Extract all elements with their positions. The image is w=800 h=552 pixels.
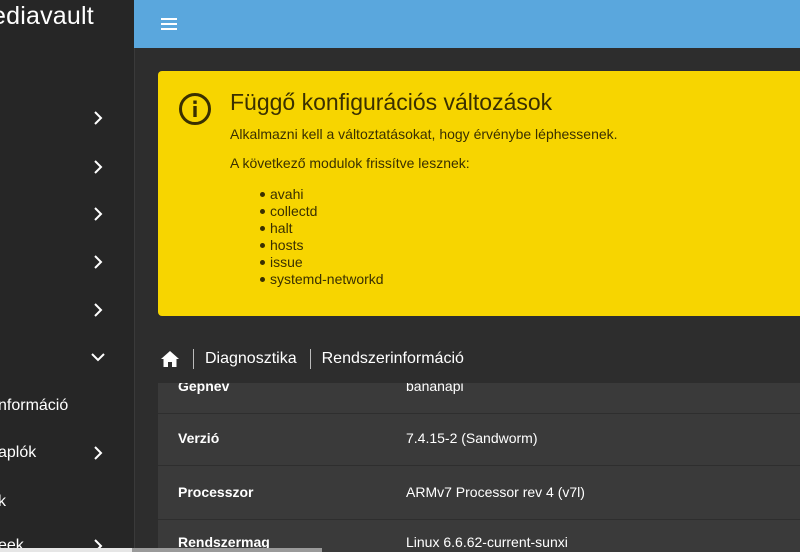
chevron-right-icon — [90, 254, 106, 270]
horizontal-scrollbar-thumb[interactable] — [132, 548, 322, 552]
row-value: bananapi — [406, 383, 464, 394]
table-row: Gépnév bananapi — [158, 383, 800, 414]
sidebar-item-label: nformáció — [0, 397, 69, 414]
list-item: halt — [230, 220, 384, 237]
row-value: Linux 6.6.62-current-sunxi — [406, 534, 568, 550]
row-value: 7.4.15-2 (Sandworm) — [406, 430, 538, 446]
row-value: ARMv7 Processor rev 4 (v7l) — [406, 484, 585, 500]
sidebar: ediavault nformáció aplók k eek — [0, 0, 135, 552]
chevron-down-icon — [90, 349, 106, 365]
chevron-right-icon — [90, 110, 106, 126]
row-key: Rendszermag — [178, 534, 270, 550]
sidebar-item-system-info[interactable]: nformáció — [0, 386, 134, 426]
home-icon[interactable] — [160, 349, 180, 369]
table-row: Processzor ARMv7 Processor rev 4 (v7l) — [158, 465, 800, 520]
top-bar — [134, 0, 800, 48]
row-key: Gépnév — [178, 383, 230, 394]
breadcrumb-system-info: Rendszerinformáció — [321, 350, 464, 367]
sidebar-item-5[interactable] — [0, 290, 134, 330]
list-item: collectd — [230, 203, 384, 220]
sidebar-item-3[interactable] — [0, 194, 134, 234]
table-row: Verzió 7.4.15-2 (Sandworm) — [158, 411, 800, 466]
chevron-right-icon — [90, 302, 106, 318]
list-item: issue — [230, 254, 384, 271]
breadcrumb-separator — [309, 349, 311, 369]
horizontal-scrollbar-track[interactable] — [0, 548, 132, 552]
table-row: Rendszermag Linux 6.6.62-current-sunxi — [158, 515, 800, 552]
sidebar-item-9[interactable]: k — [0, 482, 134, 522]
main-content: Függő konfigurációs változások Alkalmazn… — [135, 48, 800, 552]
system-info-table: Gépnév bananapi Verzió 7.4.15-2 (Sandwor… — [158, 383, 800, 552]
sidebar-item-diagnostics[interactable] — [0, 337, 134, 377]
breadcrumb: Diagnosztika Rendszerinformáció — [160, 347, 464, 371]
sidebar-item-2[interactable] — [0, 147, 134, 187]
list-item: avahi — [230, 186, 384, 203]
chevron-right-icon — [90, 206, 106, 222]
sidebar-item-1[interactable] — [0, 98, 134, 138]
chevron-right-icon — [90, 159, 106, 175]
module-list: avahi collectd halt hosts issue systemd-… — [230, 186, 384, 288]
sidebar-item-logs[interactable]: aplók — [0, 433, 134, 473]
breadcrumb-separator — [193, 349, 194, 369]
row-key: Processzor — [178, 484, 254, 500]
alert-message: Alkalmazni kell a változtatásokat, hogy … — [230, 126, 618, 142]
app-brand: ediavault — [0, 2, 94, 30]
info-circle-icon — [178, 92, 212, 126]
pending-changes-alert: Függő konfigurációs változások Alkalmazn… — [158, 71, 800, 316]
alert-modules-intro: A következő modulok frissítve lesznek: — [230, 155, 470, 171]
sidebar-item-4[interactable] — [0, 242, 134, 282]
chevron-right-icon — [90, 445, 106, 461]
list-item: hosts — [230, 237, 384, 254]
breadcrumb-diagnostics[interactable]: Diagnosztika — [205, 350, 297, 368]
list-item: systemd-networkd — [230, 271, 384, 288]
alert-title: Függő konfigurációs változások — [230, 89, 553, 115]
row-key: Verzió — [178, 430, 220, 446]
sidebar-item-label: k — [0, 482, 6, 522]
sidebar-item-label: aplók — [0, 444, 37, 461]
hamburger-menu-icon[interactable] — [160, 14, 180, 34]
